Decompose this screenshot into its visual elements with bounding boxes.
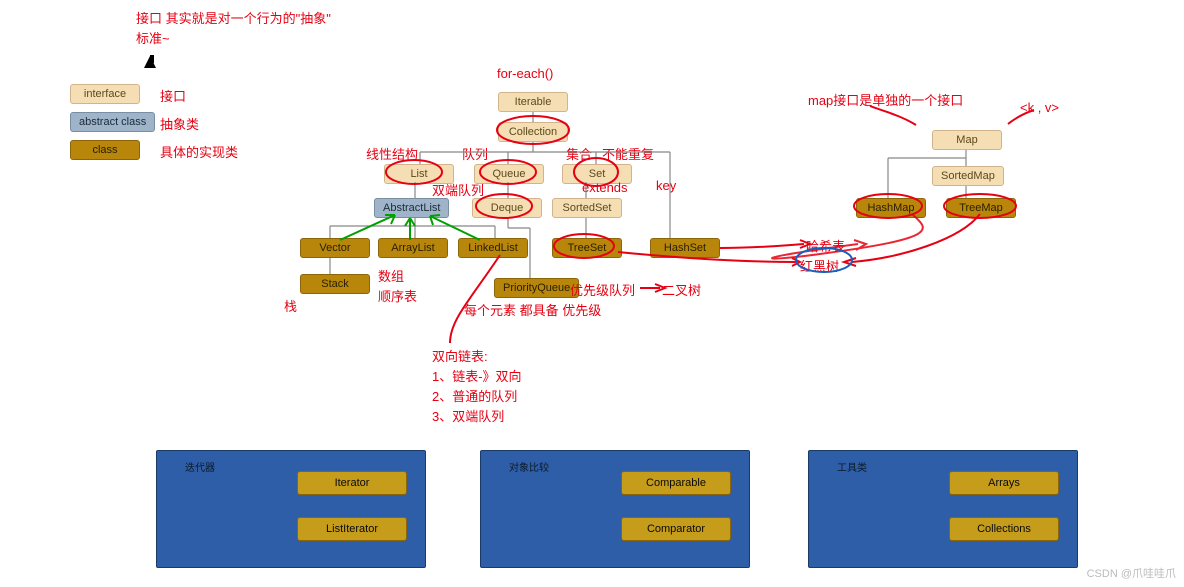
annot-kv: <k , v> bbox=[1020, 100, 1059, 115]
annot-linear: 线性结构 bbox=[366, 144, 418, 163]
legend-abstract-box: abstract class bbox=[70, 112, 155, 132]
annot-array1: 数组 bbox=[378, 266, 404, 285]
annot-rbtree: 红黑树 bbox=[800, 256, 839, 275]
annot-binarytree: 二叉树 bbox=[662, 280, 701, 299]
node-sortedmap: SortedMap bbox=[932, 166, 1004, 186]
watermark: CSDN @爪哇哇爪 bbox=[1087, 565, 1176, 581]
annot-dl3: 3、双端队列 bbox=[432, 406, 504, 425]
panel-compare: 对象比较 Comparable Comparator bbox=[480, 450, 750, 568]
annot-deque: 双端队列 bbox=[432, 180, 484, 199]
annot-array2: 顺序表 bbox=[378, 286, 417, 305]
panel-utils: 工具类 Arrays Collections bbox=[808, 450, 1078, 568]
legend-class-annot: 具体的实现类 bbox=[160, 142, 238, 161]
node-treemap: TreeMap bbox=[946, 198, 1016, 218]
panel-utils-title: 工具类 bbox=[837, 459, 867, 474]
node-arraylist: ArrayList bbox=[378, 238, 448, 258]
annot-pq: 优先级队列 bbox=[570, 280, 635, 299]
box-collections: Collections bbox=[949, 517, 1059, 541]
legend-class-box: class bbox=[70, 140, 140, 160]
node-queue: Queue bbox=[474, 164, 544, 184]
annot-stack: 栈 bbox=[284, 296, 297, 315]
node-sortedset: SortedSet bbox=[552, 198, 622, 218]
annot-norepeat: 不能重复 bbox=[602, 144, 654, 163]
annot-queue-col: 队列 bbox=[462, 144, 488, 163]
annot-dl-title: 双向链表: bbox=[432, 346, 488, 365]
node-hashset: HashSet bbox=[650, 238, 720, 258]
node-stack: Stack bbox=[300, 274, 370, 294]
box-comparable: Comparable bbox=[621, 471, 731, 495]
annot-pqnote: 每个元素 都具备 优先级 bbox=[464, 300, 601, 319]
node-iterable: Iterable bbox=[498, 92, 568, 112]
box-arrays: Arrays bbox=[949, 471, 1059, 495]
node-abstractlist: AbstractList bbox=[374, 198, 449, 218]
box-comparator: Comparator bbox=[621, 517, 731, 541]
panel-iterator-title: 迭代器 bbox=[185, 459, 215, 474]
node-linkedlist: LinkedList bbox=[458, 238, 528, 258]
arrow-up-icon bbox=[144, 44, 156, 68]
node-hashmap: HashMap bbox=[856, 198, 926, 218]
legend-abstract-annot: 抽象类 bbox=[160, 114, 199, 133]
legend-interface-annot: 接口 bbox=[160, 86, 186, 105]
annot-foreach: for-each() bbox=[497, 66, 553, 81]
node-map: Map bbox=[932, 130, 1002, 150]
panel-iterator: 迭代器 Iterator ListIterator bbox=[156, 450, 426, 568]
annot-hashtable: 哈希表 bbox=[806, 236, 845, 255]
annotation-interface-abstraction: 接口 其实就是对一个行为的"抽象" bbox=[136, 8, 331, 27]
annot-set: 集合 bbox=[566, 144, 592, 163]
box-listiterator: ListIterator bbox=[297, 517, 407, 541]
node-priorityqueue: PriorityQueue bbox=[494, 278, 579, 298]
box-iterator: Iterator bbox=[297, 471, 407, 495]
annot-dl1: 1、链表-》双向 bbox=[432, 366, 522, 385]
node-deque: Deque bbox=[472, 198, 542, 218]
annot-dl2: 2、普通的队列 bbox=[432, 386, 517, 405]
legend-interface-box: interface bbox=[70, 84, 140, 104]
node-treeset: TreeSet bbox=[552, 238, 622, 258]
annot-key: key bbox=[656, 178, 676, 193]
node-collection: Collection bbox=[498, 122, 568, 142]
panel-compare-title: 对象比较 bbox=[509, 459, 549, 474]
node-vector: Vector bbox=[300, 238, 370, 258]
annot-extends: extends bbox=[582, 180, 628, 195]
annot-map-note: map接口是单独的一个接口 bbox=[808, 90, 963, 109]
